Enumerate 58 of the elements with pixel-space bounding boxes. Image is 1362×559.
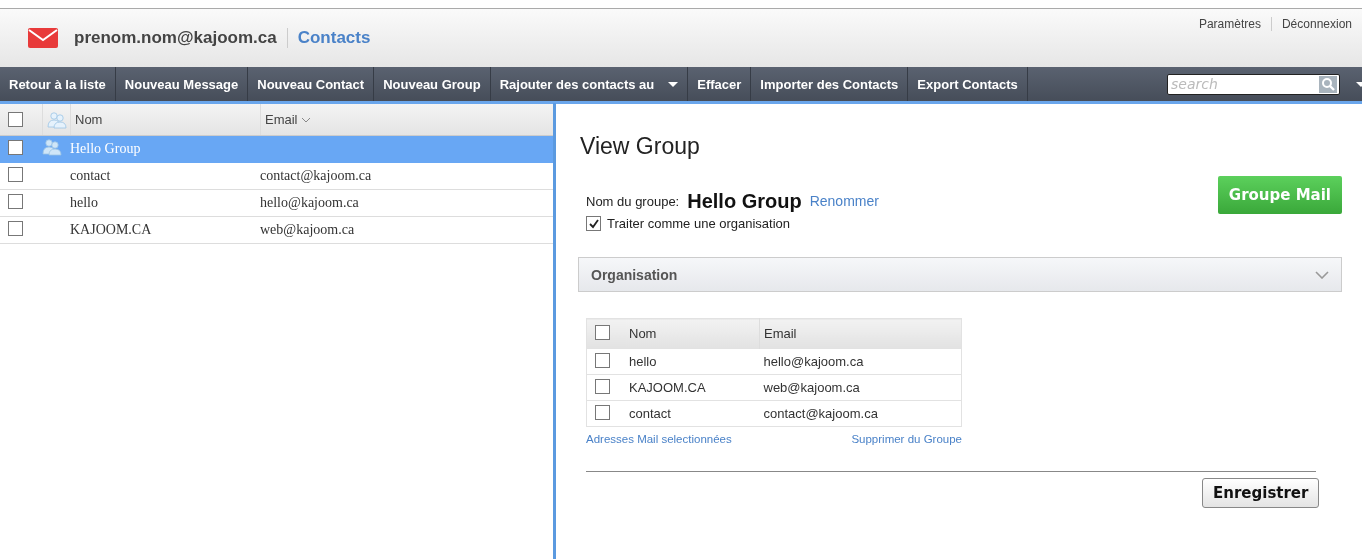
contact-name: contact xyxy=(70,168,112,184)
column-header[interactable]: Nom xyxy=(70,104,260,135)
toolbar-button[interactable]: Nouveau Group xyxy=(374,67,491,101)
checkbox-label: Traiter comme une organisation xyxy=(607,216,791,231)
checkbox[interactable] xyxy=(595,324,610,340)
contact-row[interactable]: KAJOOM.CA web@kajoom.ca xyxy=(0,217,553,244)
chevron-icon xyxy=(1315,270,1329,279)
toolbar-button[interactable]: Nouveau Contact xyxy=(248,67,375,101)
contact-email: web@kajoom.ca xyxy=(260,222,355,237)
checkbox[interactable] xyxy=(595,378,610,394)
member-email: web@kajoom.ca xyxy=(759,374,962,401)
checkbox[interactable] xyxy=(8,112,23,127)
contact-name: KAJOOM.CA xyxy=(70,222,153,238)
header-link[interactable]: Paramètres xyxy=(1188,17,1271,31)
action-link[interactable]: Adresses Mail selectionnées xyxy=(586,433,732,445)
people-icon xyxy=(47,110,67,129)
caret-icon xyxy=(668,81,679,87)
search-field[interactable]: search xyxy=(1167,73,1340,95)
save-button[interactable]: Enregistrer xyxy=(1202,478,1320,508)
column-header[interactable]: Email xyxy=(265,112,298,127)
group-name-label: Nom du groupe: xyxy=(586,193,680,209)
column-header[interactable]: Email xyxy=(759,318,962,349)
member-email: hello@kajoom.ca xyxy=(759,348,962,375)
toolbar-button[interactable]: Importer des Contacts xyxy=(751,67,909,101)
toolbar-button[interactable]: Rajouter des contacts au xyxy=(490,67,689,101)
checkbox[interactable] xyxy=(8,193,23,209)
envelope-icon xyxy=(28,28,58,48)
toolbar-button[interactable]: Nouveau Message xyxy=(115,67,249,101)
checkbox[interactable] xyxy=(595,352,610,368)
contact-email: hello@kajoom.ca xyxy=(260,195,359,210)
toolbar-button[interactable]: Retour à la liste xyxy=(0,67,116,101)
checkbox[interactable] xyxy=(8,220,23,236)
checkbox[interactable] xyxy=(8,139,23,155)
rename-link[interactable]: Renommer xyxy=(809,193,879,209)
member-name: KAJOOM.CA xyxy=(625,374,760,401)
action-link[interactable]: Supprimer du Groupe xyxy=(851,433,962,445)
people-icon xyxy=(42,138,62,156)
account-email: prenom.nom@kajoom.ca xyxy=(74,28,288,48)
contact-email: contact@kajoom.ca xyxy=(260,168,372,183)
group-name: Hello Group xyxy=(687,189,802,213)
member-name: contact xyxy=(625,400,760,427)
organisation-section[interactable]: Organisation xyxy=(578,257,1342,292)
toolbar-button[interactable]: Effacer xyxy=(688,67,752,101)
checkbox[interactable] xyxy=(8,166,23,182)
toolbar-button[interactable]: Export Contacts xyxy=(908,67,1028,101)
checkbox[interactable] xyxy=(586,216,601,231)
column-header[interactable]: Nom xyxy=(625,318,760,349)
chevron-down-icon xyxy=(300,116,311,123)
panel-title: View Group xyxy=(580,133,701,160)
contact-row[interactable]: hello hello@kajoom.ca xyxy=(0,190,553,217)
checkbox[interactable] xyxy=(595,404,610,420)
contact-row[interactable]: contact contact@kajoom.ca xyxy=(0,163,553,190)
member-email: contact@kajoom.ca xyxy=(759,400,962,427)
member-name: hello xyxy=(625,348,760,375)
caret-icon[interactable] xyxy=(1356,81,1362,87)
contact-name: Hello Group xyxy=(70,141,142,157)
header-link[interactable]: Déconnexion xyxy=(1270,17,1362,31)
contact-name: hello xyxy=(70,195,99,211)
